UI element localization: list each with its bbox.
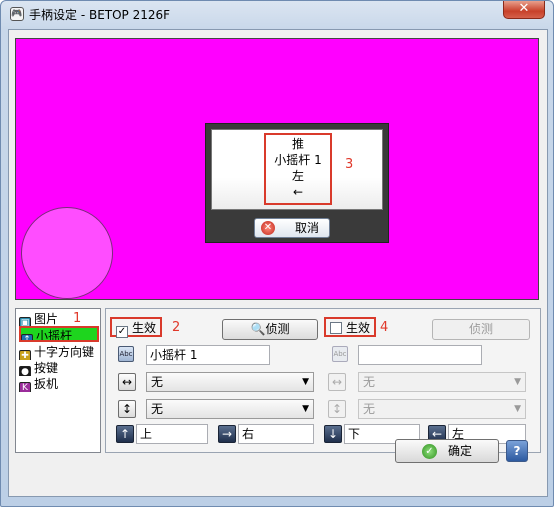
arrow-left-icon: ← [292, 185, 304, 199]
cancel-icon: ✕ [261, 221, 275, 235]
annotation-4: 4 [380, 320, 389, 335]
horizontal-select-right[interactable]: 无 ▼ [358, 372, 526, 392]
abc-icon: Abc [118, 346, 134, 362]
select-value: 无 [363, 402, 376, 416]
select-value: 无 [151, 375, 164, 389]
chevron-down-icon: ▼ [514, 404, 521, 414]
enable-label-left: 生效 [132, 321, 157, 335]
window-title: 手柄设定 - BETOP 2126F [29, 8, 171, 22]
detect-label-left: 侦测 [265, 322, 290, 336]
list-item-picture[interactable]: ▣ 图片 [19, 311, 99, 327]
vertical-select-left[interactable]: 无 ▼ [146, 399, 314, 419]
direction-up-field[interactable]: 上 [136, 424, 208, 444]
arrow-right-icon: → [218, 425, 236, 443]
detect-label-right: 侦测 [468, 322, 493, 336]
vertical-arrows-icon: ↕ [118, 400, 136, 418]
arrow-down-icon: ↓ [324, 425, 342, 443]
enable-checkbox-right[interactable]: 生效 [324, 317, 376, 337]
dialog-body: 推 小摇杆 1 左 ← ✕ 取消 3 ▣ 图片 ↑ 小摇杆 ✚ 十字方向键 ● … [8, 29, 548, 497]
popup-highlight-box: 推 小摇杆 1 左 ← [264, 133, 332, 205]
help-button[interactable]: ? [506, 440, 528, 462]
list-item-label: 小摇杆 [36, 329, 73, 342]
checkmark-icon: ✓ [422, 444, 437, 459]
horizontal-arrows-icon: ↔ [118, 373, 136, 391]
list-item-label: 图片 [34, 312, 59, 326]
chevron-down-icon: ▼ [514, 377, 521, 387]
arrow-up-icon: ↑ [116, 425, 134, 443]
popup-action-text: 推 [291, 137, 304, 151]
preview-canvas[interactable]: 推 小摇杆 1 左 ← ✕ 取消 3 [15, 38, 539, 300]
trigger-icon: K [19, 382, 31, 392]
app-window: 🎮 手柄设定 - BETOP 2126F ✕ 推 小摇杆 1 左 ← ✕ 取消 [0, 0, 554, 507]
cancel-label: 取消 [294, 221, 319, 235]
gamepad-icon: 🎮 [10, 7, 24, 21]
horizontal-select-left[interactable]: 无 ▼ [146, 372, 314, 392]
list-item-label: 按键 [34, 361, 59, 375]
dpad-icon: ✚ [19, 350, 31, 360]
list-item-dpad[interactable]: ✚ 十字方向键 [19, 344, 99, 360]
joystick-icon: ↑ [21, 334, 33, 340]
list-item-joystick[interactable]: ↑ 小摇杆 [19, 326, 99, 342]
chevron-down-icon: ▼ [302, 377, 309, 387]
vertical-select-right[interactable]: 无 ▼ [358, 399, 526, 419]
annotation-1: 1 [73, 311, 82, 326]
list-item-trigger[interactable]: K 扳机 [19, 376, 99, 392]
list-item-label: 十字方向键 [34, 345, 95, 359]
ok-button[interactable]: ✓ 确定 [395, 439, 499, 463]
close-button[interactable]: ✕ [503, 1, 545, 19]
settings-panel: ✓ 生效 2 🔍侦测 生效 4 侦测 Abc 小摇杆 1 Abc ↔ 无 ▼ ↔… [105, 308, 541, 453]
vertical-arrows-icon: ↕ [328, 400, 346, 418]
checkbox-unchecked-icon[interactable] [330, 322, 342, 334]
abc-icon: Abc [332, 346, 348, 362]
enable-label-right: 生效 [346, 321, 371, 335]
select-value: 无 [363, 375, 376, 389]
list-item-button[interactable]: ● 按键 [19, 360, 99, 376]
direction-right-field[interactable]: 右 [238, 424, 314, 444]
chevron-down-icon: ▼ [302, 404, 309, 414]
select-value: 无 [151, 402, 164, 416]
detect-button-left[interactable]: 🔍侦测 [222, 319, 318, 340]
cancel-button[interactable]: ✕ 取消 [254, 218, 330, 238]
checkbox-checked-icon[interactable]: ✓ [116, 326, 128, 338]
popup-direction-text: 左 [291, 169, 304, 183]
joystick-circle[interactable] [21, 207, 113, 299]
button-icon: ● [19, 366, 31, 376]
title-bar: 🎮 手柄设定 - BETOP 2126F ✕ [1, 1, 553, 27]
popup-content: 推 小摇杆 1 左 ← [211, 129, 383, 210]
detect-button-right[interactable]: 侦测 [432, 319, 530, 340]
horizontal-arrows-icon: ↔ [328, 373, 346, 391]
ok-label: 确定 [447, 444, 472, 458]
detect-popup: 推 小摇杆 1 左 ← ✕ 取消 [205, 123, 389, 243]
magnifier-icon: 🔍 [250, 322, 266, 336]
name-field-left[interactable]: 小摇杆 1 [146, 345, 270, 365]
enable-checkbox-left[interactable]: ✓ 生效 [110, 317, 162, 338]
popup-control-text: 小摇杆 1 [274, 153, 322, 167]
list-item-label: 扳机 [34, 377, 59, 391]
annotation-2: 2 [172, 320, 181, 335]
name-field-right[interactable] [358, 345, 482, 365]
control-type-list[interactable]: ▣ 图片 ↑ 小摇杆 ✚ 十字方向键 ● 按键 K 扳机 [15, 308, 101, 453]
annotation-3: 3 [345, 157, 354, 172]
